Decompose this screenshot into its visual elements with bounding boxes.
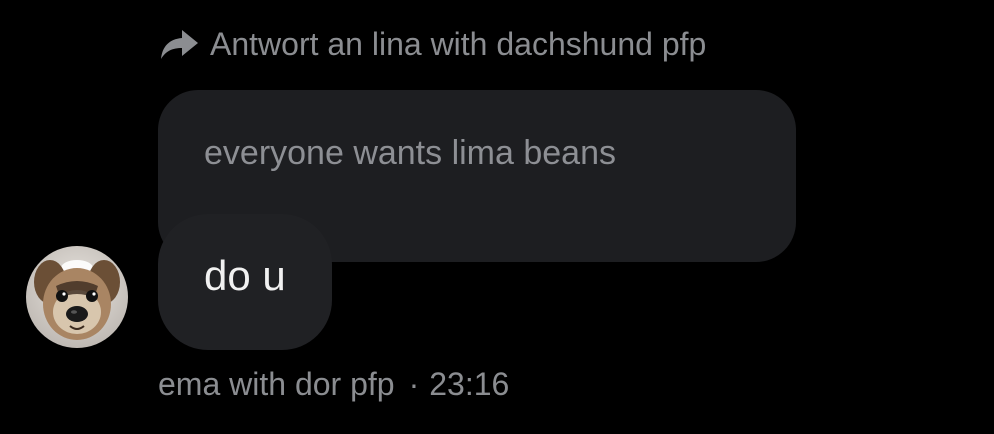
sender-name[interactable]: ema with dor pfp (158, 366, 395, 403)
message-time: 23:16 (429, 366, 510, 402)
quoted-message-text: everyone wants lima beans (204, 134, 617, 172)
reply-label: Antwort an lina with dachshund pfp (210, 25, 707, 62)
message-meta: ema with dor pfp · 23:16 (158, 366, 509, 403)
message-text: do u (204, 252, 286, 299)
dog-avatar[interactable] (26, 246, 128, 348)
reply-arrow-icon (158, 26, 202, 62)
meta-separator: · (408, 366, 420, 402)
reply-header[interactable]: Antwort an lina with dachshund pfp (158, 22, 706, 66)
message-bubble[interactable]: do u (158, 214, 332, 350)
